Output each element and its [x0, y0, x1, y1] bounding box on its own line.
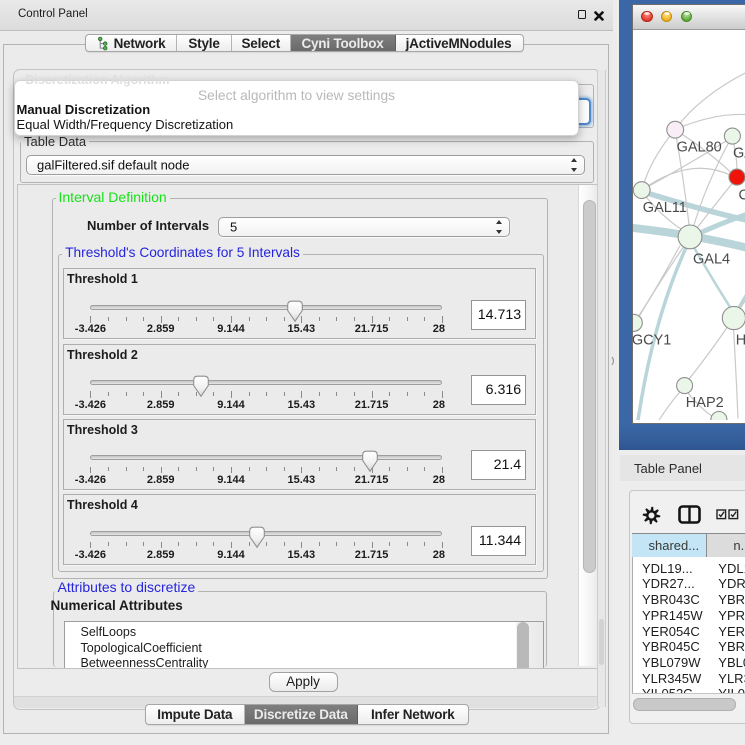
- svg-text:GAL11: GAL11: [643, 200, 687, 216]
- svg-text:GCY1: GCY1: [633, 332, 671, 348]
- svg-text:C: C: [739, 187, 745, 203]
- svg-text:GA: GA: [733, 145, 745, 161]
- svg-text:GAL80: GAL80: [677, 139, 722, 155]
- svg-text:GAL4: GAL4: [693, 251, 730, 267]
- svg-text:HI: HI: [736, 332, 745, 348]
- svg-text:HAP2: HAP2: [686, 395, 724, 411]
